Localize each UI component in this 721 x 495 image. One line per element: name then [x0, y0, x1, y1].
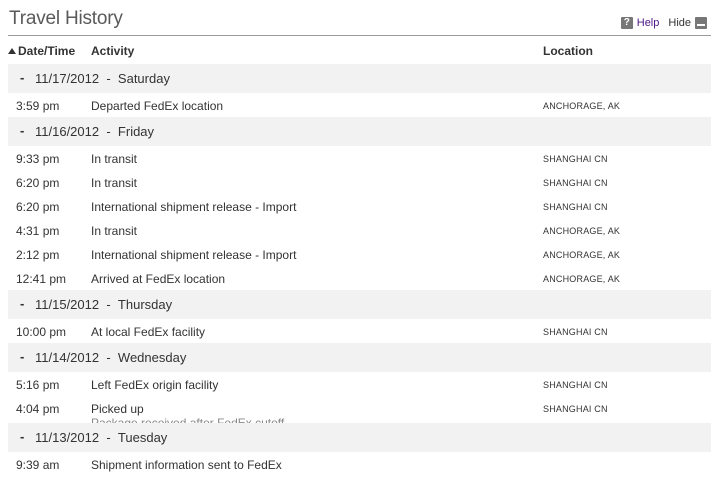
- event-time: 9:33 pm: [16, 152, 60, 166]
- event-time: 4:31 pm: [16, 224, 60, 238]
- event-activity: Picked up: [91, 402, 144, 416]
- hide-link[interactable]: Hide: [668, 17, 691, 29]
- activity-column-header: Activity: [91, 44, 135, 58]
- event-time: 4:04 pm: [16, 402, 60, 416]
- table-row: 2:12 pm International shipment release - …: [8, 242, 711, 266]
- event-location: ANCHORAGE, AK: [543, 101, 621, 111]
- date-group-header[interactable]: -11/13/2012 - Tuesday: [8, 423, 711, 452]
- event-location: SHANGHAI CN: [543, 154, 608, 164]
- event-activity: At local FedEx facility: [91, 325, 206, 339]
- panel-header: Travel History ? Help Hide: [8, 0, 711, 36]
- event-activity: Arrived at FedEx location: [91, 272, 226, 286]
- table-row: 6:20 pm International shipment release - …: [8, 194, 711, 218]
- event-time: 6:20 pm: [16, 200, 60, 214]
- group-day: Tuesday: [117, 430, 168, 445]
- group-day: Friday: [117, 124, 155, 139]
- group-day: Thursday: [117, 297, 173, 312]
- page-title: Travel History: [9, 8, 123, 29]
- group-day: Wednesday: [117, 350, 187, 365]
- group-date: 11/13/2012: [35, 430, 100, 445]
- event-location: SHANGHAI CN: [543, 380, 608, 390]
- group-date: 11/15/2012: [35, 297, 100, 312]
- collapse-dash-icon[interactable]: -: [20, 349, 24, 364]
- event-time: 6:20 pm: [16, 176, 60, 190]
- history-table: -11/17/2012 - Saturday 3:59 pm Departed Fe…: [8, 64, 711, 476]
- date-group-header[interactable]: -11/16/2012 - Friday: [8, 117, 711, 146]
- table-row: 4:31 pm In transit ANCHORAGE, AK: [8, 218, 711, 242]
- table-row: 3:59 pm Departed FedEx location ANCHORAGE,…: [8, 93, 711, 117]
- sort-ascending-icon: [8, 48, 16, 54]
- column-headers: Date/Time Activity Location: [8, 44, 711, 60]
- group-separator: -: [106, 297, 111, 312]
- table-row: 6:20 pm In transit SHANGHAI CN: [8, 170, 711, 194]
- table-row: 12:41 pm Arrived at FedEx location ANCHORA…: [8, 266, 711, 290]
- group-date: 11/17/2012: [35, 71, 100, 86]
- group-separator: -: [106, 350, 111, 365]
- event-activity: In transit: [91, 224, 138, 238]
- event-time: 12:41 pm: [16, 272, 67, 286]
- table-row: 9:39 am Shipment information sent to FedE…: [8, 452, 711, 476]
- collapse-dash-icon[interactable]: -: [20, 296, 24, 311]
- event-location: ANCHORAGE, AK: [543, 250, 621, 260]
- event-activity: In transit: [91, 176, 138, 190]
- date-group-label: 11/14/2012 - Wednesday: [35, 350, 186, 365]
- date-group-label: 11/16/2012 - Friday: [35, 124, 154, 139]
- event-time: 3:59 pm: [16, 99, 60, 113]
- event-activity: Left FedEx origin facility: [91, 378, 219, 392]
- table-row: 5:16 pm Left FedEx origin facility SHANGHA…: [8, 372, 711, 396]
- group-separator: -: [106, 430, 111, 445]
- date-group-label: 11/13/2012 - Tuesday: [35, 430, 167, 445]
- event-location: SHANGHAI CN: [543, 202, 608, 212]
- location-column-header: Location: [543, 44, 593, 58]
- event-activity: Shipment information sent to FedEx: [91, 458, 282, 472]
- event-location: ANCHORAGE, AK: [543, 274, 621, 284]
- group-day: Saturday: [117, 71, 170, 86]
- event-location: SHANGHAI CN: [543, 178, 608, 188]
- event-activity: International shipment release - Import: [91, 248, 297, 262]
- event-time: 10:00 pm: [16, 325, 67, 339]
- event-time: 5:16 pm: [16, 378, 60, 392]
- group-separator: -: [106, 124, 111, 139]
- group-date: 11/16/2012: [35, 124, 100, 139]
- table-row: 10:00 pm At local FedEx facility SHANGHAI …: [8, 319, 711, 343]
- event-location: SHANGHAI CN: [543, 404, 608, 414]
- event-location: ANCHORAGE, AK: [543, 226, 621, 236]
- date-group-label: 11/17/2012 - Saturday: [35, 71, 170, 86]
- event-location: SHANGHAI CN: [543, 327, 608, 337]
- collapse-dash-icon[interactable]: -: [20, 70, 24, 85]
- event-time: 9:39 am: [16, 458, 60, 472]
- help-icon[interactable]: ?: [620, 17, 633, 29]
- date-time-column-header[interactable]: Date/Time: [8, 44, 75, 58]
- help-link[interactable]: Help: [637, 17, 660, 29]
- group-date: 11/14/2012: [35, 350, 100, 365]
- table-row: 9:33 pm In transit SHANGHAI CN: [8, 146, 711, 170]
- group-separator: -: [106, 71, 111, 86]
- date-group-header[interactable]: -11/14/2012 - Wednesday: [8, 343, 711, 372]
- header-controls: ? Help Hide: [620, 16, 707, 30]
- date-group-label: 11/15/2012 - Thursday: [35, 297, 172, 312]
- collapse-dash-icon[interactable]: -: [20, 429, 24, 444]
- event-activity: International shipment release - Import: [91, 200, 297, 214]
- table-row: 4:04 pmPicked upSHANGHAI CNPackage recei…: [8, 396, 711, 430]
- date-group-header[interactable]: -11/17/2012 - Saturday: [8, 64, 711, 93]
- collapse-dash-icon[interactable]: -: [20, 123, 24, 138]
- date-group-header[interactable]: -11/15/2012 - Thursday: [8, 290, 711, 319]
- collapse-icon[interactable]: [695, 17, 707, 29]
- event-activity: Departed FedEx location: [91, 99, 224, 113]
- event-time: 2:12 pm: [16, 248, 60, 262]
- event-activity: In transit: [91, 152, 138, 166]
- travel-history-panel: Travel History ? Help Hide Date/Time Act…: [0, 0, 721, 495]
